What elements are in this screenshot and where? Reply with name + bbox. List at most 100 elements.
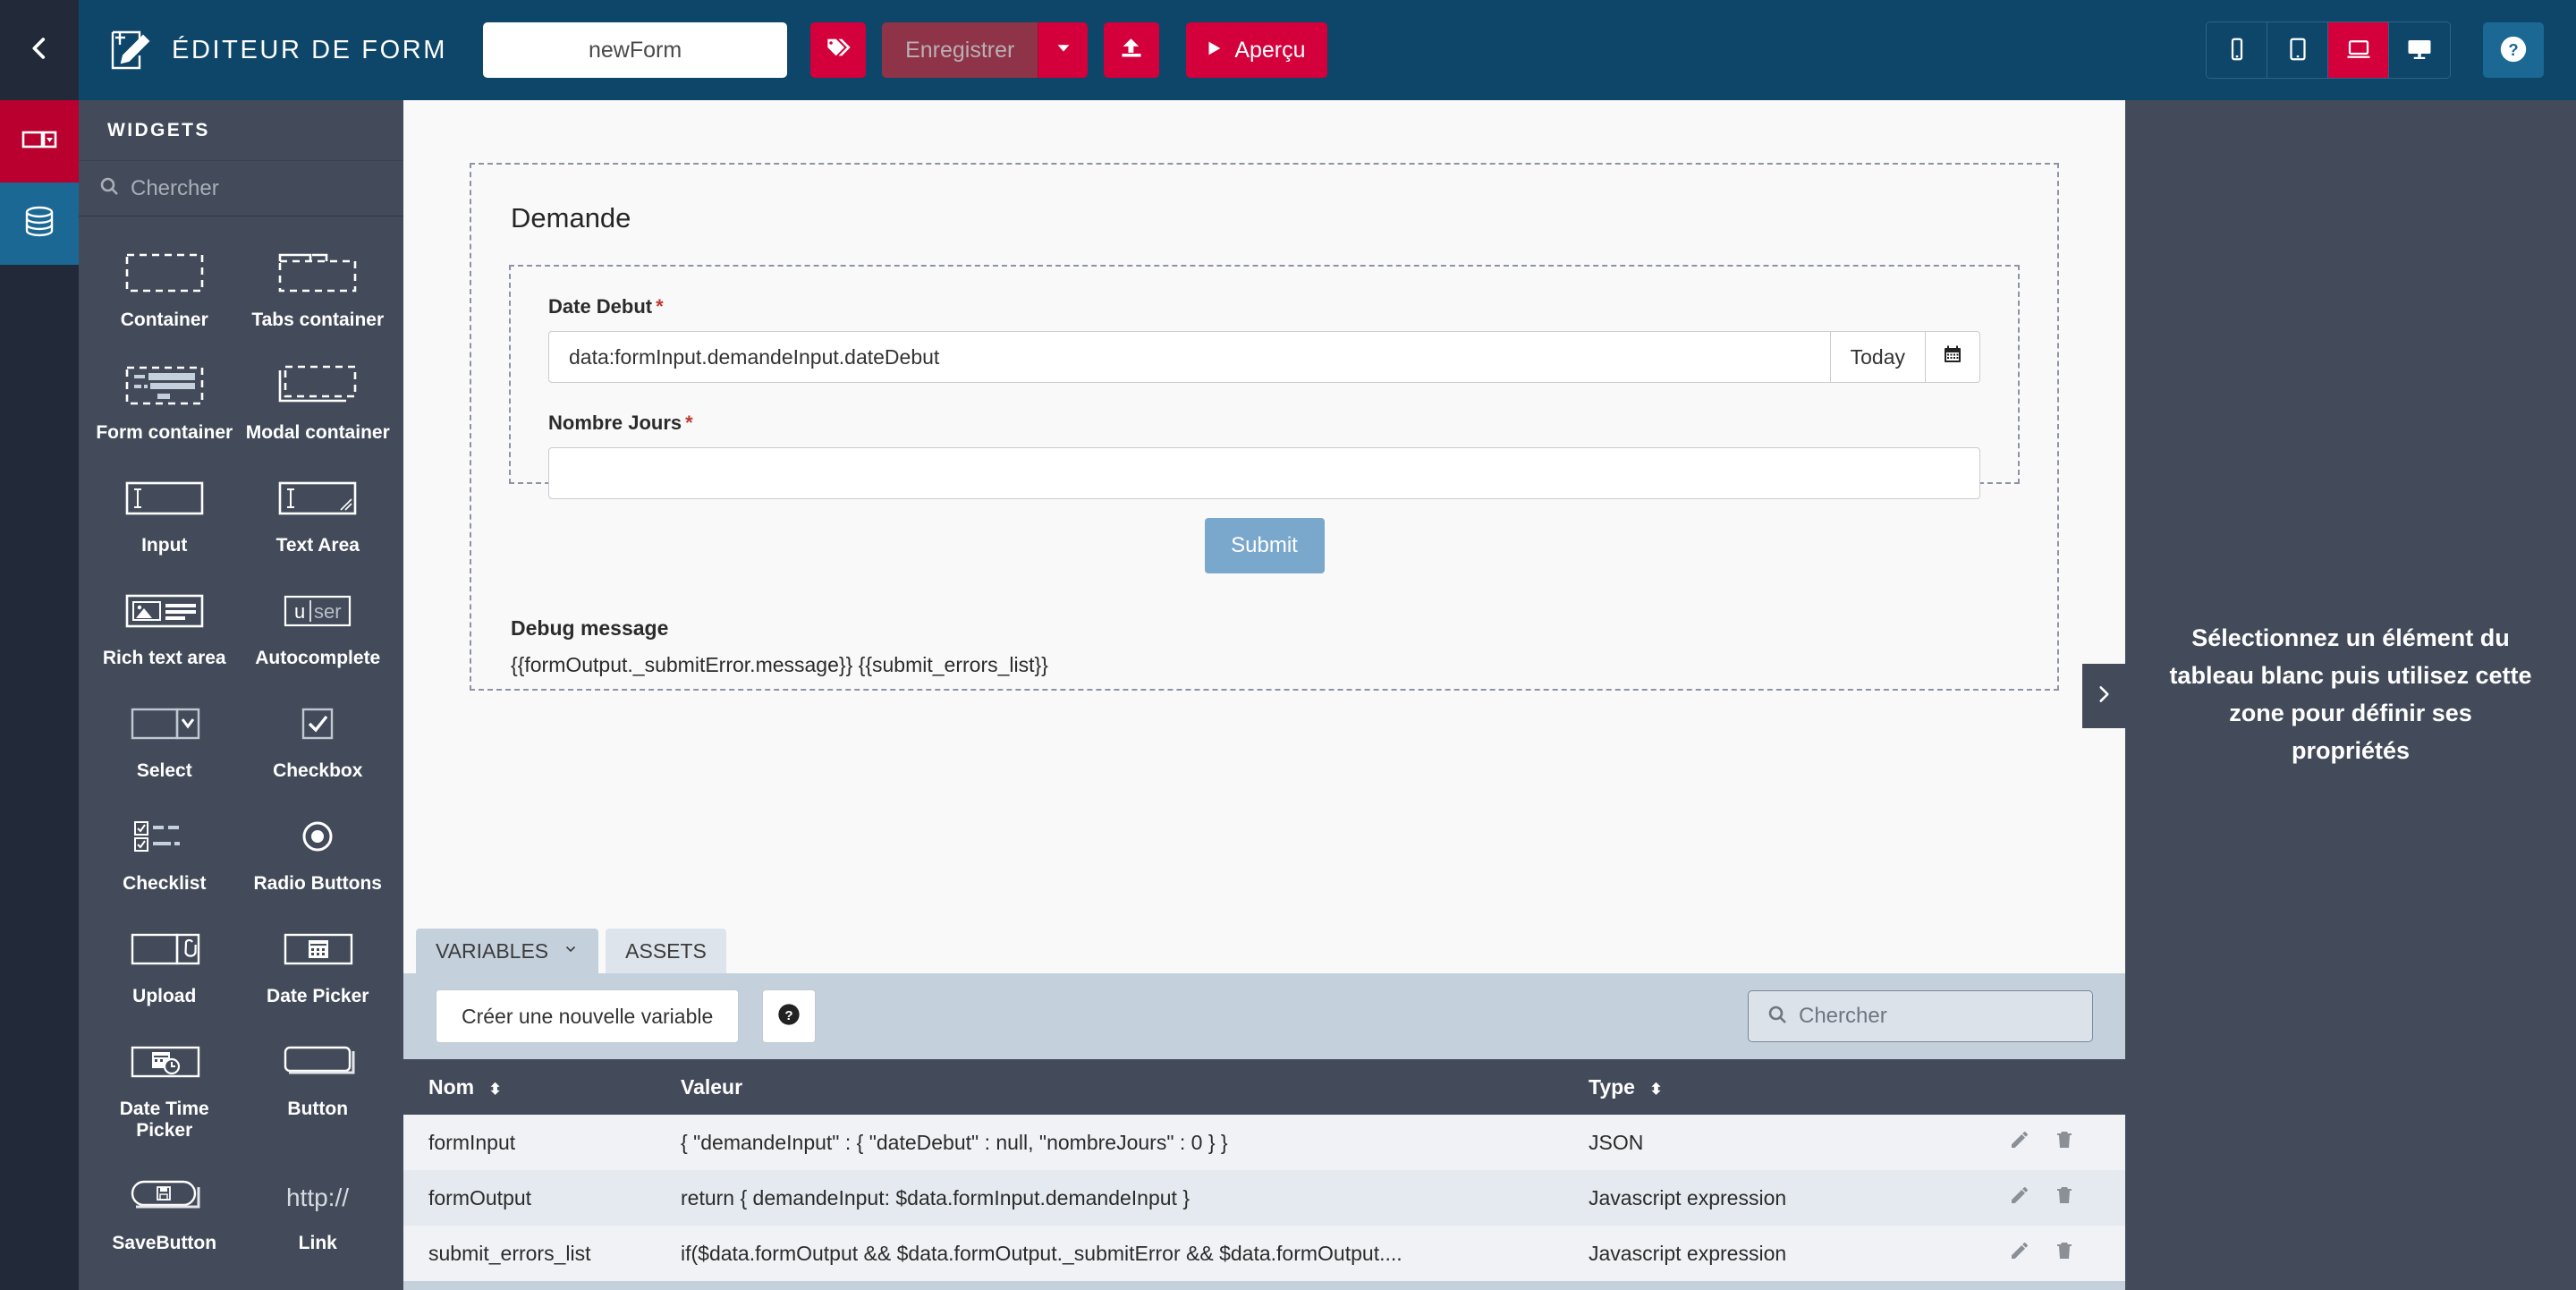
widget-input[interactable]: Input [88,458,242,565]
widget-form-container[interactable]: Form container [88,345,242,453]
trash-icon[interactable] [2054,1240,2075,1267]
variable-value: if($data.formOutput && $data.formOutput.… [681,1241,1402,1265]
widget-rich-text-area[interactable]: Rich text area [88,571,242,678]
export-icon [1119,35,1144,66]
debug-text: {{formOutput._submitError.message}} {{su… [511,653,1048,676]
today-button[interactable]: Today [1830,331,1926,383]
table-row[interactable]: formInput { "demandeInput" : { "dateDebu… [403,1115,2125,1170]
device-tablet-button[interactable] [2267,22,2328,78]
inner-form-container[interactable]: Date Debut* Today [509,265,2020,499]
submit-button[interactable]: Submit [1204,518,1325,573]
save-split-button: Enregistrer [882,22,1089,78]
form-container-widget[interactable]: Demande Date Debut* Today [470,163,2059,691]
rail-item-widgets[interactable] [0,100,79,182]
date-debut-input[interactable] [548,331,1831,383]
widget-label: Form container [96,422,233,443]
properties-panel: Sélectionnez un élément du tableau blanc… [2082,100,2576,1290]
widget-image[interactable]: Image [88,1269,242,1288]
widget-autocomplete[interactable]: u ser Autocomplete [242,571,395,678]
widget-checklist[interactable]: Checklist [88,796,242,904]
create-variable-button[interactable]: Créer une nouvelle variable [436,989,740,1043]
tags-button[interactable] [810,22,867,78]
widget-upload[interactable]: Upload [88,909,242,1016]
table-row[interactable]: formOutput return { demandeInput: $data.… [403,1170,2125,1226]
link-icon: http:// [278,1168,357,1224]
trash-icon[interactable] [2054,1184,2075,1211]
date-picker-icon [278,921,357,977]
search-icon [1767,1004,1788,1030]
help-button[interactable]: ? [2483,22,2544,78]
phone-icon [2224,36,2250,65]
widget-label: Date Time Picker [119,1099,209,1141]
table-header-row: Nom ⬍ Valeur Type ⬍ [403,1059,2125,1115]
trash-icon[interactable] [2054,1129,2075,1156]
calendar-button[interactable] [1926,331,1980,383]
variables-toolbar: Créer une nouvelle variable ? Chercher [403,973,2125,1059]
properties-panel-collapse-handle[interactable] [2082,664,2125,728]
widget-container[interactable]: Container [88,233,242,340]
widget-button[interactable]: Button [242,1022,395,1150]
variable-value: { "demandeInput" : { "dateDebut" : null,… [681,1130,1228,1154]
form-editor-app: ÉDITEUR DE FORM Enregistrer [0,0,2576,1290]
widget-label: Autocomplete [255,648,381,668]
widget-text-area[interactable]: Text Area [242,458,395,565]
pencil-icon[interactable] [2009,1184,2030,1211]
tab-assets[interactable]: ASSETS [606,929,726,973]
form-name-input[interactable] [483,22,788,78]
widget-save-button[interactable]: SaveButton [88,1156,242,1263]
rail-item-data[interactable] [0,182,79,265]
widget-label: Modal container [245,422,390,443]
widgets-grid: Container Tabs container Form container … [79,216,403,1288]
variables-help-button[interactable]: ? [762,989,817,1043]
widget-select-icon [21,121,58,163]
widgets-search-placeholder: Chercher [131,175,219,200]
table-row[interactable]: submit_errors_list if($data.formOutput &… [403,1226,2125,1281]
widget-select[interactable]: Select [88,683,242,791]
widget-modal-container[interactable]: Modal container [242,345,395,453]
row-actions-cell [1991,1115,2125,1170]
widget-label: Input [141,535,188,556]
widget-label: Checklist [123,873,207,894]
widget-date-picker[interactable]: Date Picker [242,909,395,1016]
save-dropdown-button[interactable] [1038,22,1089,78]
column-header-valeur[interactable]: Valeur [663,1059,1571,1115]
preview-button[interactable]: Aperçu [1186,22,1327,78]
widget-date-time-picker[interactable]: Date Time Picker [88,1022,242,1150]
file-viewer-icon [291,1281,344,1288]
pencil-icon[interactable] [2009,1129,2030,1156]
export-button[interactable] [1104,22,1160,78]
select-icon [125,696,204,751]
form-editor-logo-icon [104,25,154,75]
nombre-jours-input[interactable] [548,447,1980,499]
desktop-icon [2406,36,2433,65]
bottom-panel: VARIABLES ASSETS Créer une nouvelle vari… [403,921,2125,1290]
widget-radio-buttons[interactable]: Radio Buttons [242,796,395,904]
chevron-right-icon [2092,683,2115,710]
column-header-nom[interactable]: Nom ⬍ [403,1059,663,1115]
device-laptop-button[interactable] [2328,22,2389,78]
device-desktop-button[interactable] [2389,22,2450,78]
sort-icon: ⬍ [1649,1080,1663,1098]
column-header-type[interactable]: Type ⬍ [1571,1059,1991,1115]
widget-file-viewer[interactable]: File Viewer [242,1269,395,1288]
row-actions-cell [1991,1226,2125,1281]
svg-text:http://: http:// [286,1184,349,1211]
chevron-down-icon [563,940,579,962]
widget-tabs-container[interactable]: Tabs container [242,233,395,340]
date-time-picker-icon [125,1034,204,1090]
pencil-icon[interactable] [2009,1240,2030,1267]
variables-table-head: Nom ⬍ Valeur Type ⬍ [403,1059,2125,1115]
upload-icon [125,921,204,977]
widget-checkbox[interactable]: Checkbox [242,683,395,791]
widget-link[interactable]: http:// Link [242,1156,395,1263]
variables-search-input[interactable]: Chercher [1748,990,2093,1042]
tab-variables[interactable]: VARIABLES [416,929,599,973]
row-actions [2009,1240,2125,1267]
save-button-icon [125,1168,204,1224]
save-button[interactable]: Enregistrer [882,22,1038,78]
widgets-search-input[interactable]: Chercher [79,161,403,216]
widget-label: SaveButton [112,1233,217,1253]
chevron-left-icon [24,33,55,68]
back-button[interactable] [0,0,79,100]
device-phone-button[interactable] [2207,22,2267,78]
